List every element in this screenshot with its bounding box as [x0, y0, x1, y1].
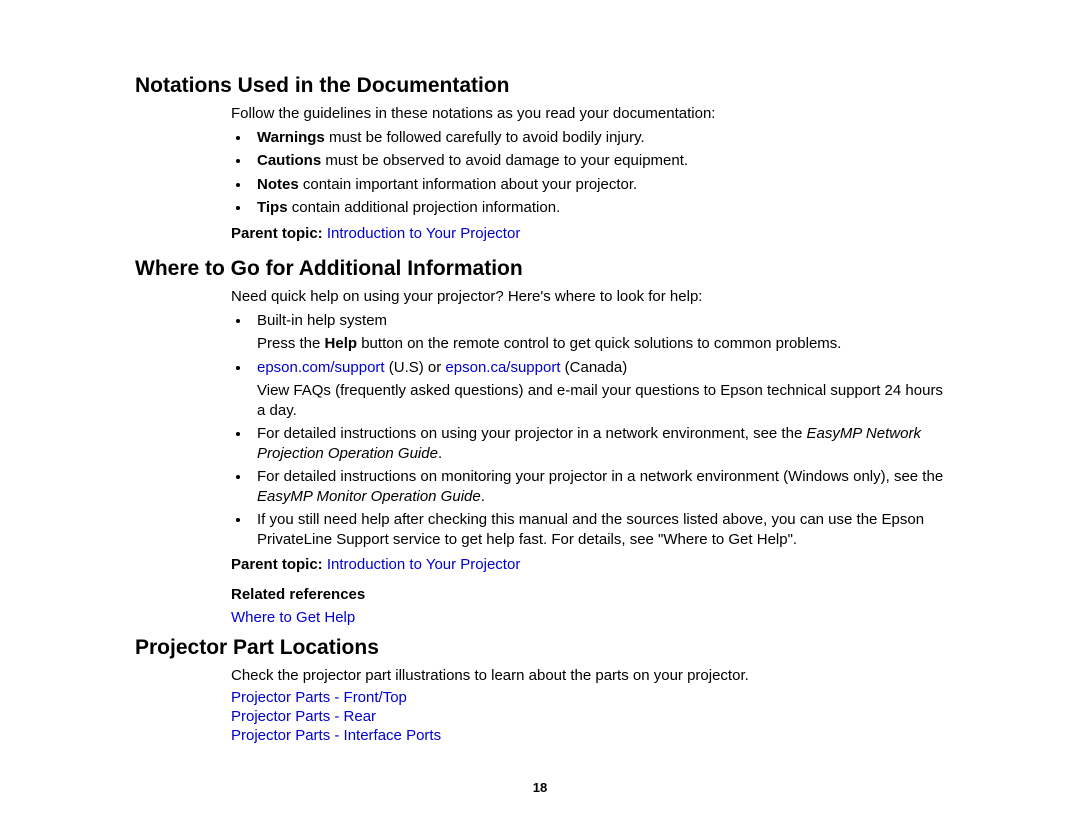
support-mid: (U.S) or [385, 359, 446, 376]
parent-topic-line-2: Parent topic: Introduction to Your Proje… [231, 555, 945, 575]
bullet-text: must be observed to avoid damage to your… [321, 152, 688, 169]
bullet-warnings: Warnings must be followed carefully to a… [251, 128, 945, 148]
related-ref-line: Where to Get Help [231, 608, 945, 628]
section1-intro: Follow the guidelines in these notations… [231, 104, 945, 124]
bullet-tips: Tips contain additional projection infor… [251, 198, 945, 218]
bullet-text: must be followed carefully to avoid bodi… [325, 129, 645, 146]
mon-italic: EasyMP Monitor Operation Guide [257, 488, 481, 505]
bullet-bold: Tips [257, 199, 288, 216]
section2-content: Need quick help on using your projector?… [231, 287, 945, 628]
bullet-text: contain additional projection informatio… [288, 199, 561, 216]
bullet-support-links: epson.com/support (U.S) or epson.ca/supp… [251, 358, 945, 421]
parts-front-top-link[interactable]: Projector Parts - Front/Top [231, 689, 407, 706]
section-heading-part-locations: Projector Part Locations [135, 632, 945, 660]
bullet-text: Built-in help system [257, 312, 387, 329]
epson-ca-support-link[interactable]: epson.ca/support [445, 359, 560, 376]
document-page: Notations Used in the Documentation Foll… [0, 0, 1080, 795]
bullet-network-guide: For detailed instructions on using your … [251, 424, 945, 463]
support-desc: View FAQs (frequently asked questions) a… [257, 381, 945, 420]
help-post: button on the remote control to get quic… [357, 335, 841, 352]
help-pre: Press the [257, 335, 325, 352]
support-end: (Canada) [561, 359, 628, 376]
section3-intro: Check the projector part illustrations t… [231, 666, 945, 686]
where-to-get-help-link[interactable]: Where to Get Help [231, 609, 355, 626]
epson-us-support-link[interactable]: epson.com/support [257, 359, 385, 376]
section3-content: Check the projector part illustrations t… [231, 666, 945, 745]
net-pre: For detailed instructions on using your … [257, 425, 806, 442]
section1-bullets: Warnings must be followed carefully to a… [251, 128, 945, 218]
section-heading-additional-info: Where to Go for Additional Information [135, 253, 945, 281]
section-heading-notations: Notations Used in the Documentation [135, 70, 945, 98]
related-references-label: Related references [231, 585, 945, 605]
parent-topic-label: Parent topic: [231, 556, 327, 573]
parent-topic-line: Parent topic: Introduction to Your Proje… [231, 224, 945, 244]
bullet-bold: Notes [257, 176, 299, 193]
bullet-text: contain important information about your… [299, 176, 638, 193]
parts-interface-link[interactable]: Projector Parts - Interface Ports [231, 727, 441, 744]
section1-content: Follow the guidelines in these notations… [231, 104, 945, 243]
mon-pre: For detailed instructions on monitoring … [257, 468, 943, 485]
bullet-monitor-guide: For detailed instructions on monitoring … [251, 467, 945, 506]
help-bold: Help [325, 335, 358, 352]
help-system-desc: Press the Help button on the remote cont… [257, 334, 945, 354]
bullet-cautions: Cautions must be observed to avoid damag… [251, 151, 945, 171]
page-number: 18 [135, 780, 945, 795]
parent-topic-link[interactable]: Introduction to Your Projector [327, 556, 520, 573]
section2-intro: Need quick help on using your projector?… [231, 287, 945, 307]
bullet-notes: Notes contain important information abou… [251, 175, 945, 195]
part-links: Projector Parts - Front/Top Projector Pa… [231, 689, 945, 744]
bullet-help-system: Built-in help system Press the Help butt… [251, 311, 945, 354]
parts-rear-link[interactable]: Projector Parts - Rear [231, 708, 376, 725]
section2-bullets: Built-in help system Press the Help butt… [251, 311, 945, 550]
mon-post: . [481, 488, 485, 505]
net-post: . [438, 445, 442, 462]
bullet-bold: Warnings [257, 129, 325, 146]
bullet-privateline: If you still need help after checking th… [251, 510, 945, 549]
parent-topic-link[interactable]: Introduction to Your Projector [327, 225, 520, 242]
parent-topic-label: Parent topic: [231, 225, 327, 242]
bullet-bold: Cautions [257, 152, 321, 169]
